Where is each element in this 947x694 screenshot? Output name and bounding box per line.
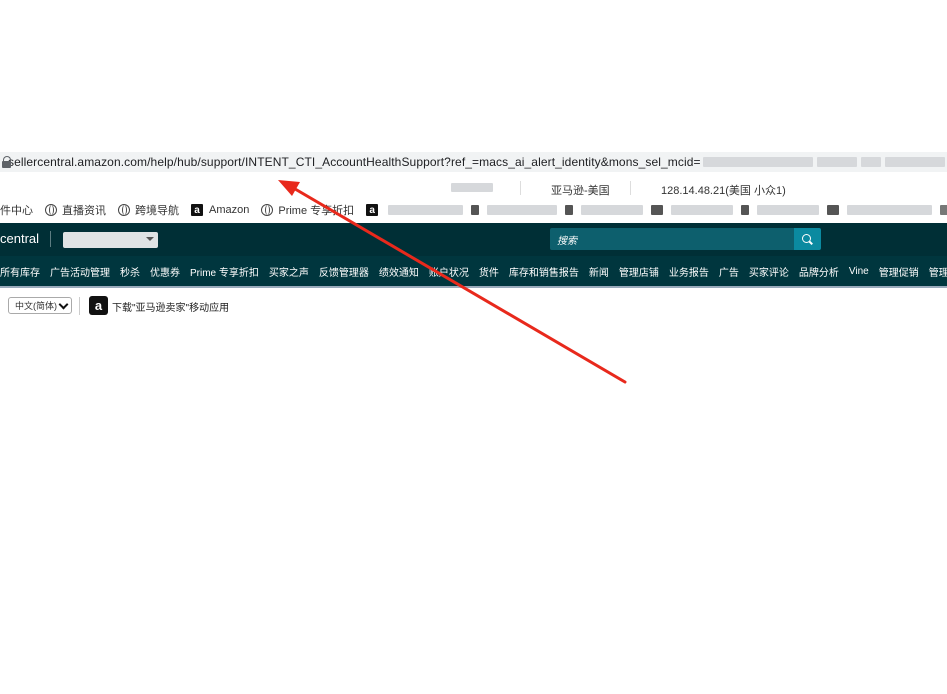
arrow-head: [278, 180, 300, 196]
annotation-arrow: [278, 180, 627, 384]
arrow-line: [288, 184, 627, 384]
